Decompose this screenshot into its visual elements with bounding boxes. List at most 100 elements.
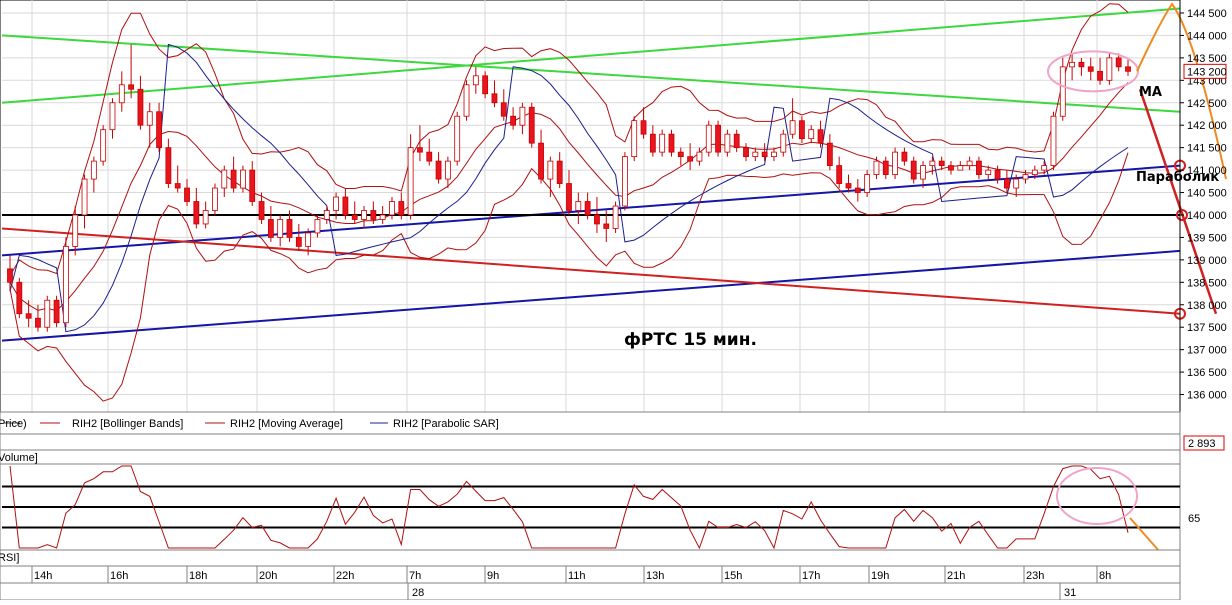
volume-label: Volume] (0, 452, 38, 464)
candle-down (901, 151, 908, 162)
candle-down (1125, 66, 1131, 72)
price-chart: MAПараболикфРТС 15 мин. 144 500 144 000 14… (0, 0, 1227, 601)
candle-up (407, 147, 414, 216)
hour-label: 20h (259, 570, 277, 582)
candle-down (668, 133, 675, 153)
candle-down (398, 201, 405, 216)
price-tick-label: 139 000 (1187, 255, 1227, 267)
candle-up (202, 210, 209, 225)
candle-up (622, 156, 628, 207)
candle-up (929, 160, 936, 167)
candle-up (864, 174, 871, 193)
candle-up (966, 160, 973, 167)
candle-up (1022, 174, 1029, 180)
candle-up (100, 129, 107, 162)
candle-down (715, 124, 721, 153)
rsi-panel: 65 RSI] (0, 463, 1200, 567)
candle-up (454, 115, 461, 162)
hour-label: 18h (189, 570, 207, 582)
candle-up (212, 187, 218, 211)
candle-down (249, 169, 256, 202)
candle-down (603, 223, 610, 229)
hour-label: 14h (34, 570, 52, 582)
candle-down (510, 115, 517, 126)
candle-down (743, 147, 749, 158)
candle-down (351, 214, 358, 220)
candle-up (789, 120, 796, 135)
price-tick-label: 139 500 (1187, 232, 1227, 244)
day-axis-bar (0, 582, 1181, 601)
legend: Price) RIH2 [Bollinger Bands] RIH2 [Movi… (0, 411, 1181, 435)
candle-down (1078, 61, 1085, 68)
candle-up (892, 151, 898, 175)
candle-down (882, 160, 889, 175)
candle-down (910, 160, 917, 180)
candle-up (705, 124, 712, 153)
candle-up (72, 214, 79, 247)
candle-up (323, 210, 330, 220)
hour-label: 23h (1026, 570, 1044, 582)
candle-down (677, 151, 684, 158)
candle-up (696, 151, 703, 162)
legend-price: Price) (0, 418, 27, 430)
candle-down (584, 201, 591, 216)
candle-down (566, 183, 572, 211)
candle-down (53, 299, 60, 324)
candle-up (1106, 57, 1113, 81)
candle-down (25, 313, 32, 319)
candle-up (547, 160, 554, 180)
candle-down (16, 281, 23, 315)
candle-down (482, 75, 489, 95)
rsi-label-bar (0, 549, 1181, 567)
chart-container: MA Параболик фРТС 15 мин. 144 500 144 000 14… (0, 0, 1232, 601)
price-tick-label: 140 000 (1187, 210, 1227, 222)
price-tick-label: 137 500 (1187, 322, 1227, 334)
candle-down (230, 169, 237, 189)
price-tick-label: 138 500 (1187, 277, 1227, 289)
candle-up (1050, 115, 1057, 166)
candle-down (845, 183, 852, 189)
candle-down (948, 165, 954, 171)
candle-down (156, 111, 162, 149)
candle-up (472, 75, 479, 86)
candle-down (826, 142, 833, 166)
hour-label: 15h (724, 570, 742, 582)
price-axis: 144 500144 000143 500143 000142 500142 0… (1179, 0, 1227, 412)
hour-label: 7h (409, 570, 421, 582)
candle-up (81, 178, 88, 216)
candle-down (817, 129, 824, 144)
candle-down (538, 142, 544, 180)
candle-down (687, 156, 694, 162)
rsi-level-label: 65 (1188, 513, 1200, 525)
candle-down (491, 93, 498, 104)
candle-down (528, 106, 535, 144)
candle-down (938, 160, 945, 167)
candle-up (109, 102, 116, 131)
candle-up (1041, 165, 1048, 171)
hour-label: 22h (336, 570, 354, 582)
hour-label: 16h (110, 570, 128, 582)
candle-up (1059, 66, 1066, 117)
candle-up (389, 201, 395, 216)
candle-up (575, 201, 582, 211)
candle-down (7, 268, 13, 283)
candle-down (799, 120, 805, 140)
candle-down (594, 214, 600, 225)
legend-bollinger: RIH2 [Bollinger Bands] (72, 418, 183, 430)
price-tick-label: 142 000 (1187, 120, 1227, 132)
candle-up (146, 111, 153, 126)
candle-up (920, 165, 926, 180)
candle-up (808, 129, 815, 140)
price-tick-label: 143 500 (1187, 53, 1227, 65)
candle-down (1087, 66, 1094, 72)
candle-up (1069, 61, 1075, 68)
chart-title: фРТС 15 мин. (624, 330, 757, 350)
candle-up (118, 84, 125, 104)
candle-down (342, 196, 349, 216)
candle-down (761, 151, 768, 158)
candle-up (631, 120, 638, 158)
hour-label: 8h (1099, 570, 1111, 582)
ma-annotation: MA (1139, 85, 1162, 100)
volume-label-bar (0, 449, 1181, 465)
candle-down (370, 210, 377, 220)
